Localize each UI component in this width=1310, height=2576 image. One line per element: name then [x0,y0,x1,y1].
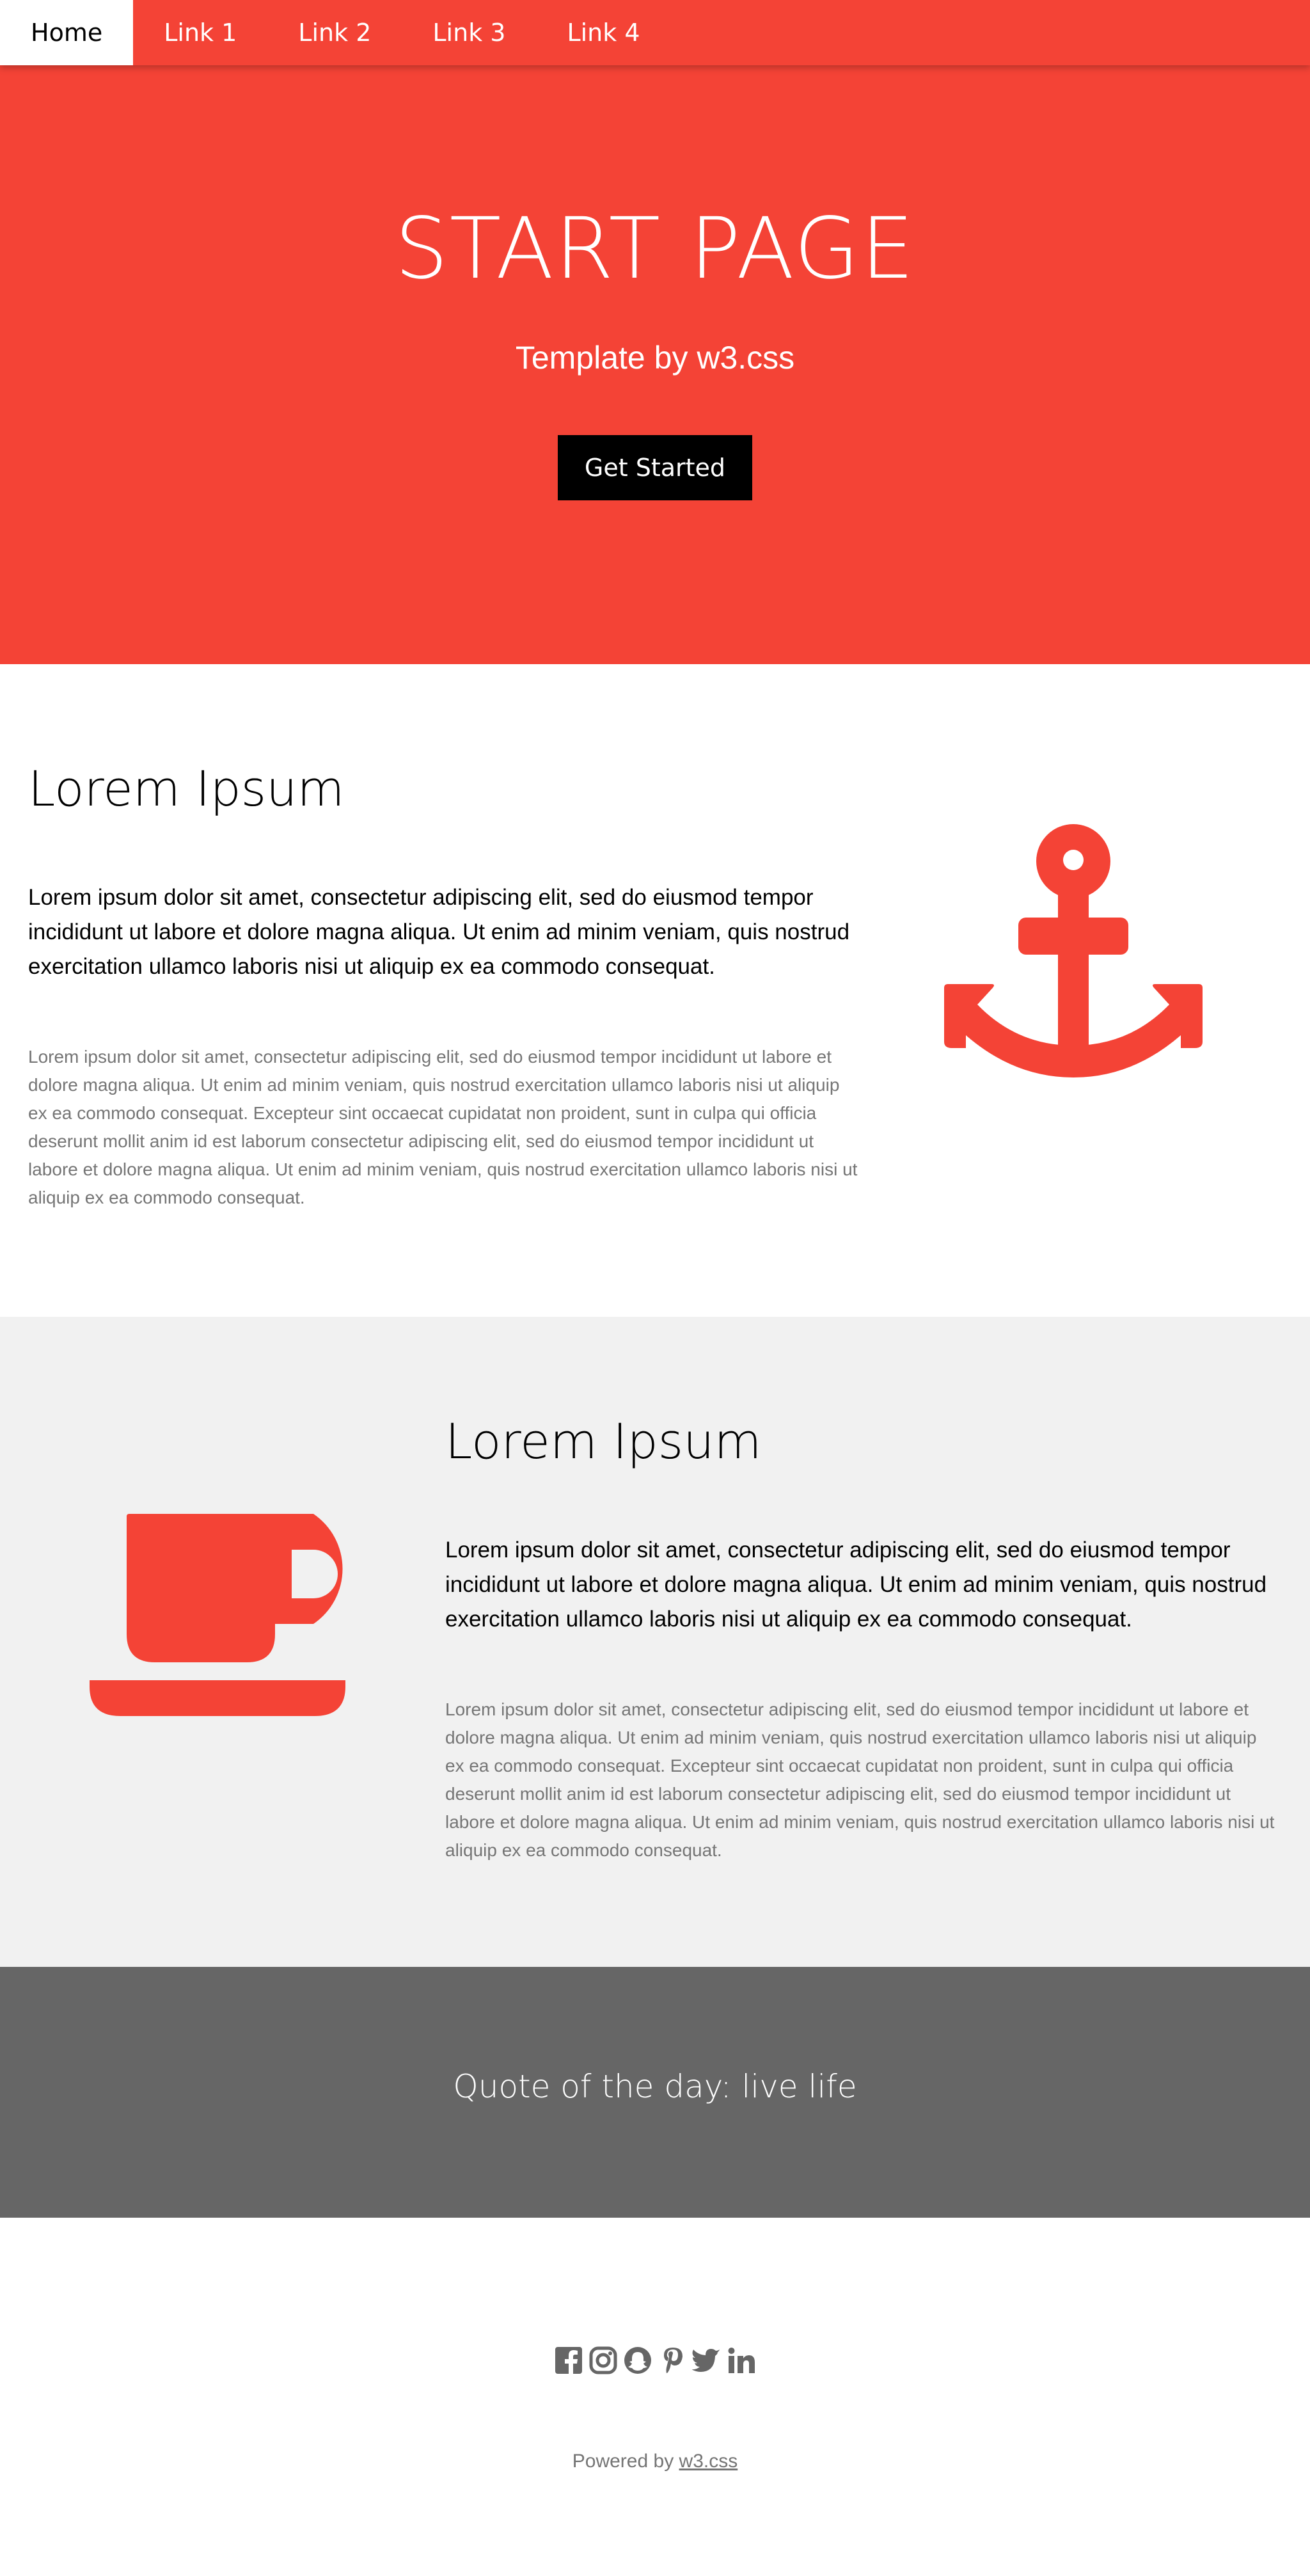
powered-prefix: Powered by [572,2451,679,2472]
facebook-icon[interactable] [554,2346,583,2375]
nav-link-2[interactable]: Link 2 [267,0,402,65]
nav-home[interactable]: Home [0,0,134,65]
twitter-icon[interactable] [692,2346,722,2375]
pinterest-icon[interactable] [658,2346,687,2375]
content-section-2: Lorem Ipsum Lorem ipsum dolor sit amet, … [0,1317,1310,1967]
content-section-1: Lorem Ipsum Lorem ipsum dolor sit amet, … [0,664,1310,1317]
page-title: START PAGE [395,200,915,298]
anchor-icon [944,824,1203,1077]
nav-link-3[interactable]: Link 3 [402,0,536,65]
section1-lead: Lorem ipsum dolor sit amet, consectetur … [28,885,850,979]
quote-banner: Quote of the day: live life [0,1967,1310,2218]
linkedin-icon[interactable] [727,2346,756,2375]
social-links [0,2346,1310,2375]
section2-body: Lorem ipsum dolor sit amet, consectetur … [445,1699,1275,1860]
section2-title: Lorem Ipsum [445,1413,762,1470]
top-navbar: Home Link 1 Link 2 Link 3 Link 4 [0,0,1310,65]
quote-text: Quote of the day: live life [453,2068,857,2105]
w3css-link[interactable]: w3.css [679,2451,738,2472]
nav-link-1[interactable]: Link 1 [133,0,267,65]
hero-header: START PAGE Template by w3.css Get Starte… [0,65,1310,664]
powered-by: Powered by w3.css [0,2451,1310,2472]
snapchat-icon[interactable] [623,2346,652,2375]
nav-link-4[interactable]: Link 4 [536,0,670,65]
section1-title: Lorem Ipsum [28,760,345,817]
hero-subtitle: Template by w3.css [515,340,795,376]
section2-lead: Lorem ipsum dolor sit amet, consectetur … [445,1538,1267,1632]
instagram-icon[interactable] [588,2346,618,2375]
section1-body: Lorem ipsum dolor sit amet, consectetur … [28,1047,858,1207]
coffee-icon [90,1514,345,1716]
footer: Powered by w3.css [0,2218,1310,2576]
get-started-button[interactable]: Get Started [558,435,752,500]
